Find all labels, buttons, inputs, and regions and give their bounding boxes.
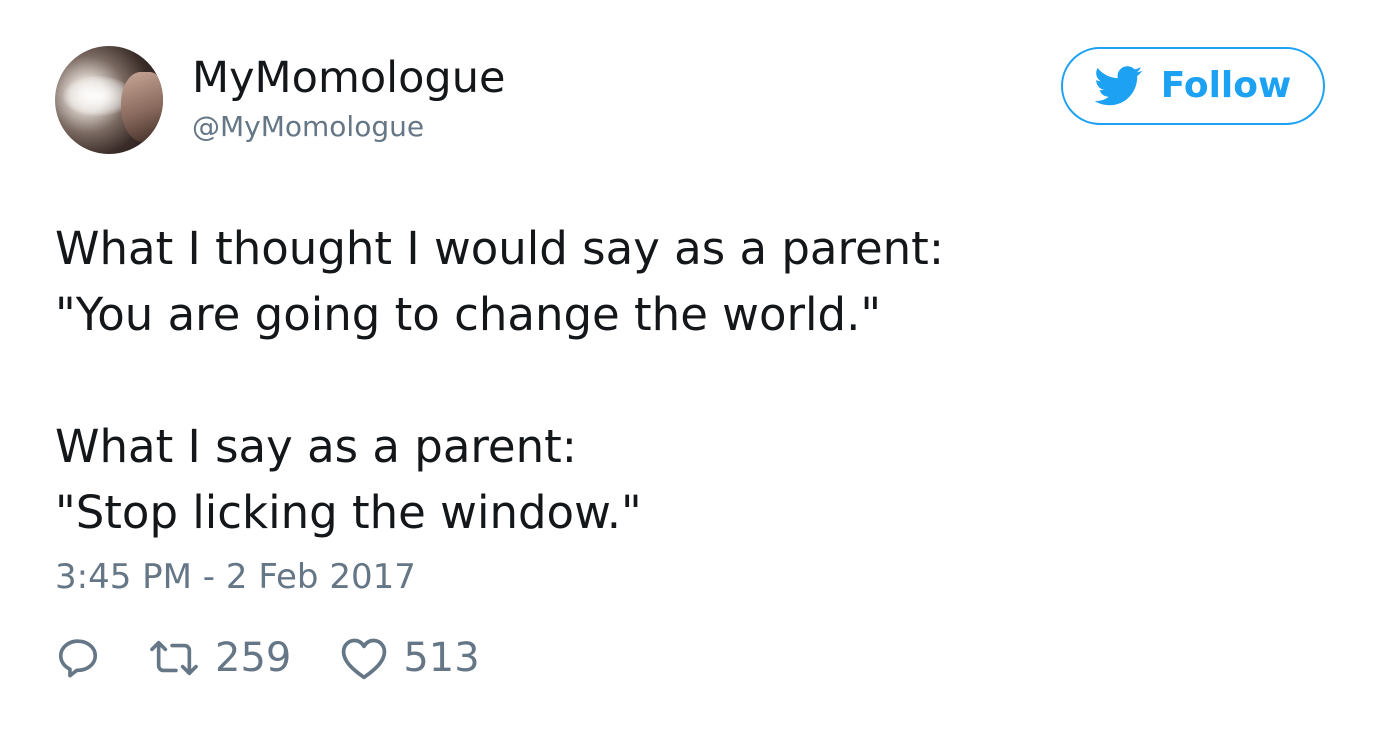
follow-button-label: Follow xyxy=(1160,65,1292,106)
avatar[interactable] xyxy=(55,46,163,154)
tweet-text-line: "Stop licking the window." xyxy=(55,486,642,539)
tweet-text: What I thought I would say as a parent: … xyxy=(55,216,944,546)
heart-icon xyxy=(342,638,387,680)
like-count: 513 xyxy=(403,635,480,681)
tweet-timestamp[interactable]: 3:45 PM - 2 Feb 2017 xyxy=(55,555,416,599)
reply-icon xyxy=(58,639,98,678)
follow-button[interactable]: Follow xyxy=(1061,47,1325,125)
reply-button[interactable] xyxy=(55,635,101,681)
tweet-actions: 259 513 xyxy=(55,630,480,686)
tweet-text-line: What I say as a parent: xyxy=(55,420,577,473)
tweet-text-line: What I thought I would say as a parent: xyxy=(55,222,944,275)
retweet-button[interactable]: 259 xyxy=(147,634,291,682)
retweet-icon xyxy=(150,640,198,676)
retweet-count: 259 xyxy=(215,635,292,681)
display-name[interactable]: MyMomologue xyxy=(192,52,505,104)
user-handle[interactable]: @MyMomologue xyxy=(192,110,424,144)
avatar-face xyxy=(121,72,163,142)
like-button[interactable]: 513 xyxy=(339,634,480,682)
tweet-text-line: "You are going to change the world." xyxy=(55,288,882,341)
twitter-bird-icon xyxy=(1094,66,1142,106)
tweet-card: MyMomologue @MyMomologue Follow What I t… xyxy=(0,0,1382,738)
